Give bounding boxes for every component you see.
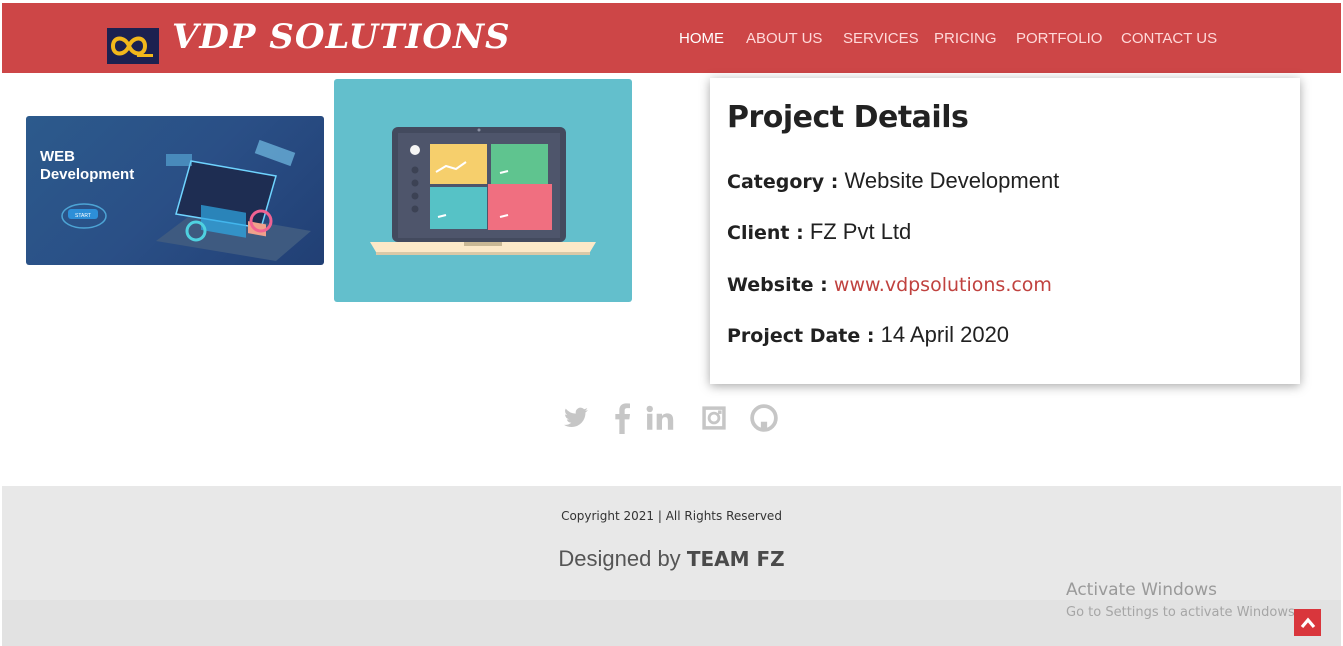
start-button-label: START (75, 213, 91, 219)
category-value: Website Development (844, 168, 1060, 193)
client-label: Client : (727, 222, 804, 244)
project-details-title: Project Details (727, 100, 969, 135)
designed-by-prefix: Designed by (558, 546, 681, 571)
web-development-image[interactable]: WEB Development START (26, 116, 324, 265)
logo[interactable] (107, 28, 159, 64)
logo-icon (110, 36, 153, 57)
site-footer: Copyright 2021 | All Rights Reserved Des… (2, 486, 1341, 646)
project-date-row: Project Date : 14 April 2020 (727, 322, 1009, 348)
copyright-text: Copyright 2021 | All Rights Reserved (561, 509, 782, 523)
nav-portfolio[interactable]: PORTFOLIO (1016, 30, 1102, 47)
laptop-dashboard-image[interactable] (334, 79, 632, 302)
website-label: Website : (727, 274, 828, 296)
facebook-icon[interactable] (606, 400, 638, 436)
activate-windows-title: Activate Windows (1066, 580, 1217, 600)
nav-pricing[interactable]: PRICING (934, 30, 997, 47)
laptop-dashboard-illustration-icon (370, 127, 596, 255)
project-details-card: Project Details Category : Website Devel… (710, 78, 1300, 384)
client-row: Client : FZ Pvt Ltd (727, 219, 911, 245)
social-links (560, 400, 790, 440)
back-to-top-button[interactable] (1294, 609, 1321, 636)
designed-by-team: TEAM FZ (686, 547, 785, 571)
category-label: Category : (727, 171, 839, 193)
linkedin-icon[interactable] (646, 400, 678, 436)
nav-contact-us[interactable]: CONTACT US (1121, 30, 1217, 47)
chevron-up-icon (1300, 617, 1315, 628)
project-date-label: Project Date : (727, 325, 875, 347)
nav-services[interactable]: SERVICES (843, 30, 919, 47)
client-value: FZ Pvt Ltd (809, 219, 912, 244)
brand-name[interactable]: VDP SOLUTIONS (172, 17, 511, 57)
nav-home[interactable]: HOME (679, 30, 724, 47)
nav-about-us[interactable]: ABOUT US (746, 30, 822, 47)
github-icon[interactable] (748, 400, 780, 436)
activate-windows-subtitle: Go to Settings to activate Windows. (1066, 605, 1296, 620)
website-row: Website : www.vdpsolutions.com (727, 271, 1052, 297)
web-development-illustration-icon: START (61, 139, 311, 261)
site-header: VDP SOLUTIONS HOME ABOUT US SERVICES PRI… (2, 3, 1341, 73)
instagram-icon[interactable] (698, 400, 730, 436)
designed-by: Designed by TEAM FZ (2, 546, 1341, 572)
twitter-icon[interactable] (560, 400, 592, 436)
website-link[interactable]: www.vdpsolutions.com (834, 274, 1052, 296)
project-date-value: 14 April 2020 (880, 322, 1010, 347)
category-row: Category : Website Development (727, 168, 1059, 194)
